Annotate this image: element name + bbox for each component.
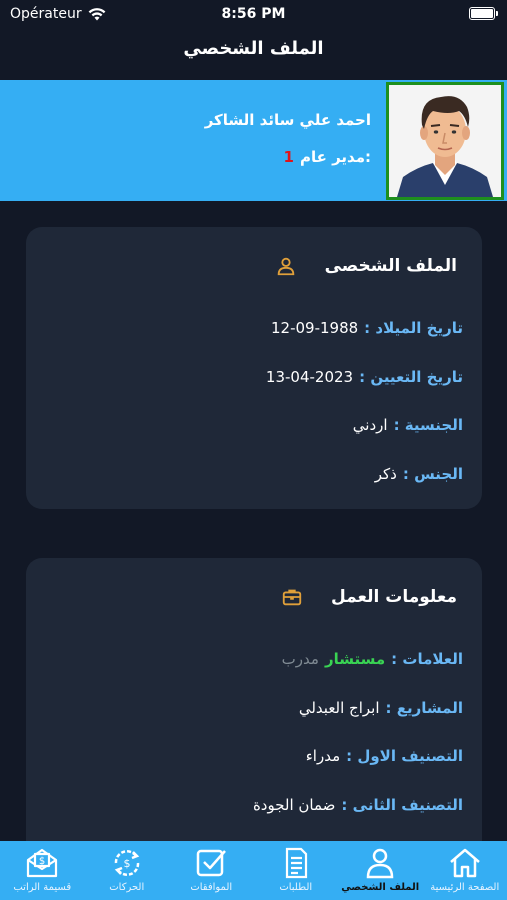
svg-text:$: $: [123, 857, 130, 870]
birth-date-row: تاريخ الميلاد : 12-09-1988: [271, 319, 463, 337]
tab-payslip-label: قسيمة الراتب: [13, 882, 72, 893]
projects-row: المشاريع : ابراج العبدلي: [299, 699, 463, 717]
tab-profile[interactable]: الملف الشخصي: [338, 841, 423, 900]
exchange-icon: $: [114, 850, 139, 876]
work-info-card: معلومات العمل العلامات : مستشار مدرب الم…: [26, 558, 482, 858]
briefcase-icon: [282, 589, 302, 606]
tab-approvals[interactable]: الموافقات: [169, 841, 254, 900]
projects-value: ابراج العبدلي: [298, 699, 380, 717]
employee-name: احمد علي سائد الشاكر: [204, 111, 371, 129]
hire-date-value: 13-04-2023: [265, 368, 354, 386]
profile-banner: احمد علي سائد الشاكر :مدير عام 1: [0, 80, 507, 201]
first-class-label: التصنيف الاول :: [346, 747, 463, 765]
tab-requests-label: الطلبات: [279, 882, 313, 893]
nationality-label: الجنسية :: [393, 416, 463, 434]
role-text: :مدير عام: [299, 148, 371, 166]
marks-extra: مدرب: [281, 650, 319, 668]
employee-role: :مدير عام 1: [284, 148, 371, 166]
work-card-header: معلومات العمل: [281, 586, 457, 608]
user-icon: [277, 257, 294, 276]
work-card-title: معلومات العمل: [330, 587, 457, 607]
document-icon: [285, 847, 307, 879]
projects-label: المشاريع :: [385, 699, 463, 717]
svg-text:$: $: [39, 856, 45, 867]
tab-transactions[interactable]: $ الحركات: [85, 841, 170, 900]
marks-label: العلامات :: [391, 650, 463, 668]
birth-date-label: تاريخ الميلاد :: [364, 319, 463, 337]
gender-label: الجنس :: [402, 465, 463, 483]
battery-icon: [469, 7, 498, 20]
bottom-tab-bar: الصفحة الرئيسية الملف الشخصي الطلبات الم…: [0, 841, 507, 900]
tab-profile-label: الملف الشخصي: [341, 882, 420, 893]
home-icon: [449, 848, 480, 878]
hire-date-row: تاريخ التعيين : 13-04-2023: [266, 368, 463, 386]
avatar: [386, 82, 504, 200]
tab-home-label: الصفحة الرئيسية: [430, 882, 500, 893]
checkbox-icon: [197, 849, 227, 877]
second-class-label: التصنيف الثانى :: [341, 796, 463, 814]
tab-approvals-label: الموافقات: [190, 882, 233, 893]
marks-row: العلامات : مستشار مدرب: [282, 650, 463, 668]
personal-info-card: الملف الشخصى تاريخ الميلاد : 12-09-1988 …: [26, 227, 482, 509]
first-class-value: مدراء: [305, 747, 341, 765]
gender-value: ذكر: [374, 465, 397, 483]
payslip-icon: $: [27, 848, 58, 878]
person-icon: [366, 848, 394, 879]
avatar-image: [389, 85, 501, 197]
status-bar: Opérateur 8:56 PM: [0, 0, 507, 30]
birth-date-value: 12-09-1988: [270, 319, 359, 337]
tab-home[interactable]: الصفحة الرئيسية: [423, 841, 507, 900]
personal-card-header: الملف الشخصى: [275, 255, 457, 277]
page-title: الملف الشخصي: [183, 38, 324, 59]
clock: 8:56 PM: [221, 6, 286, 22]
nationality-value: اردني: [352, 416, 388, 434]
tab-transactions-label: الحركات: [109, 882, 145, 893]
tab-requests[interactable]: الطلبات: [254, 841, 339, 900]
marks-value: مستشار: [324, 650, 386, 668]
hire-date-label: تاريخ التعيين :: [359, 368, 463, 386]
nationality-row: الجنسية : اردني: [353, 416, 463, 434]
first-class-row: التصنيف الاول : مدراء: [306, 747, 463, 765]
role-number: 1: [283, 148, 294, 166]
personal-card-title: الملف الشخصى: [324, 256, 457, 276]
second-class-value: ضمان الجودة: [252, 796, 336, 814]
gender-row: الجنس : ذكر: [375, 465, 463, 483]
second-class-row: التصنيف الثانى : ضمان الجودة: [253, 796, 463, 814]
tab-payslip[interactable]: $ قسيمة الراتب: [0, 841, 85, 900]
